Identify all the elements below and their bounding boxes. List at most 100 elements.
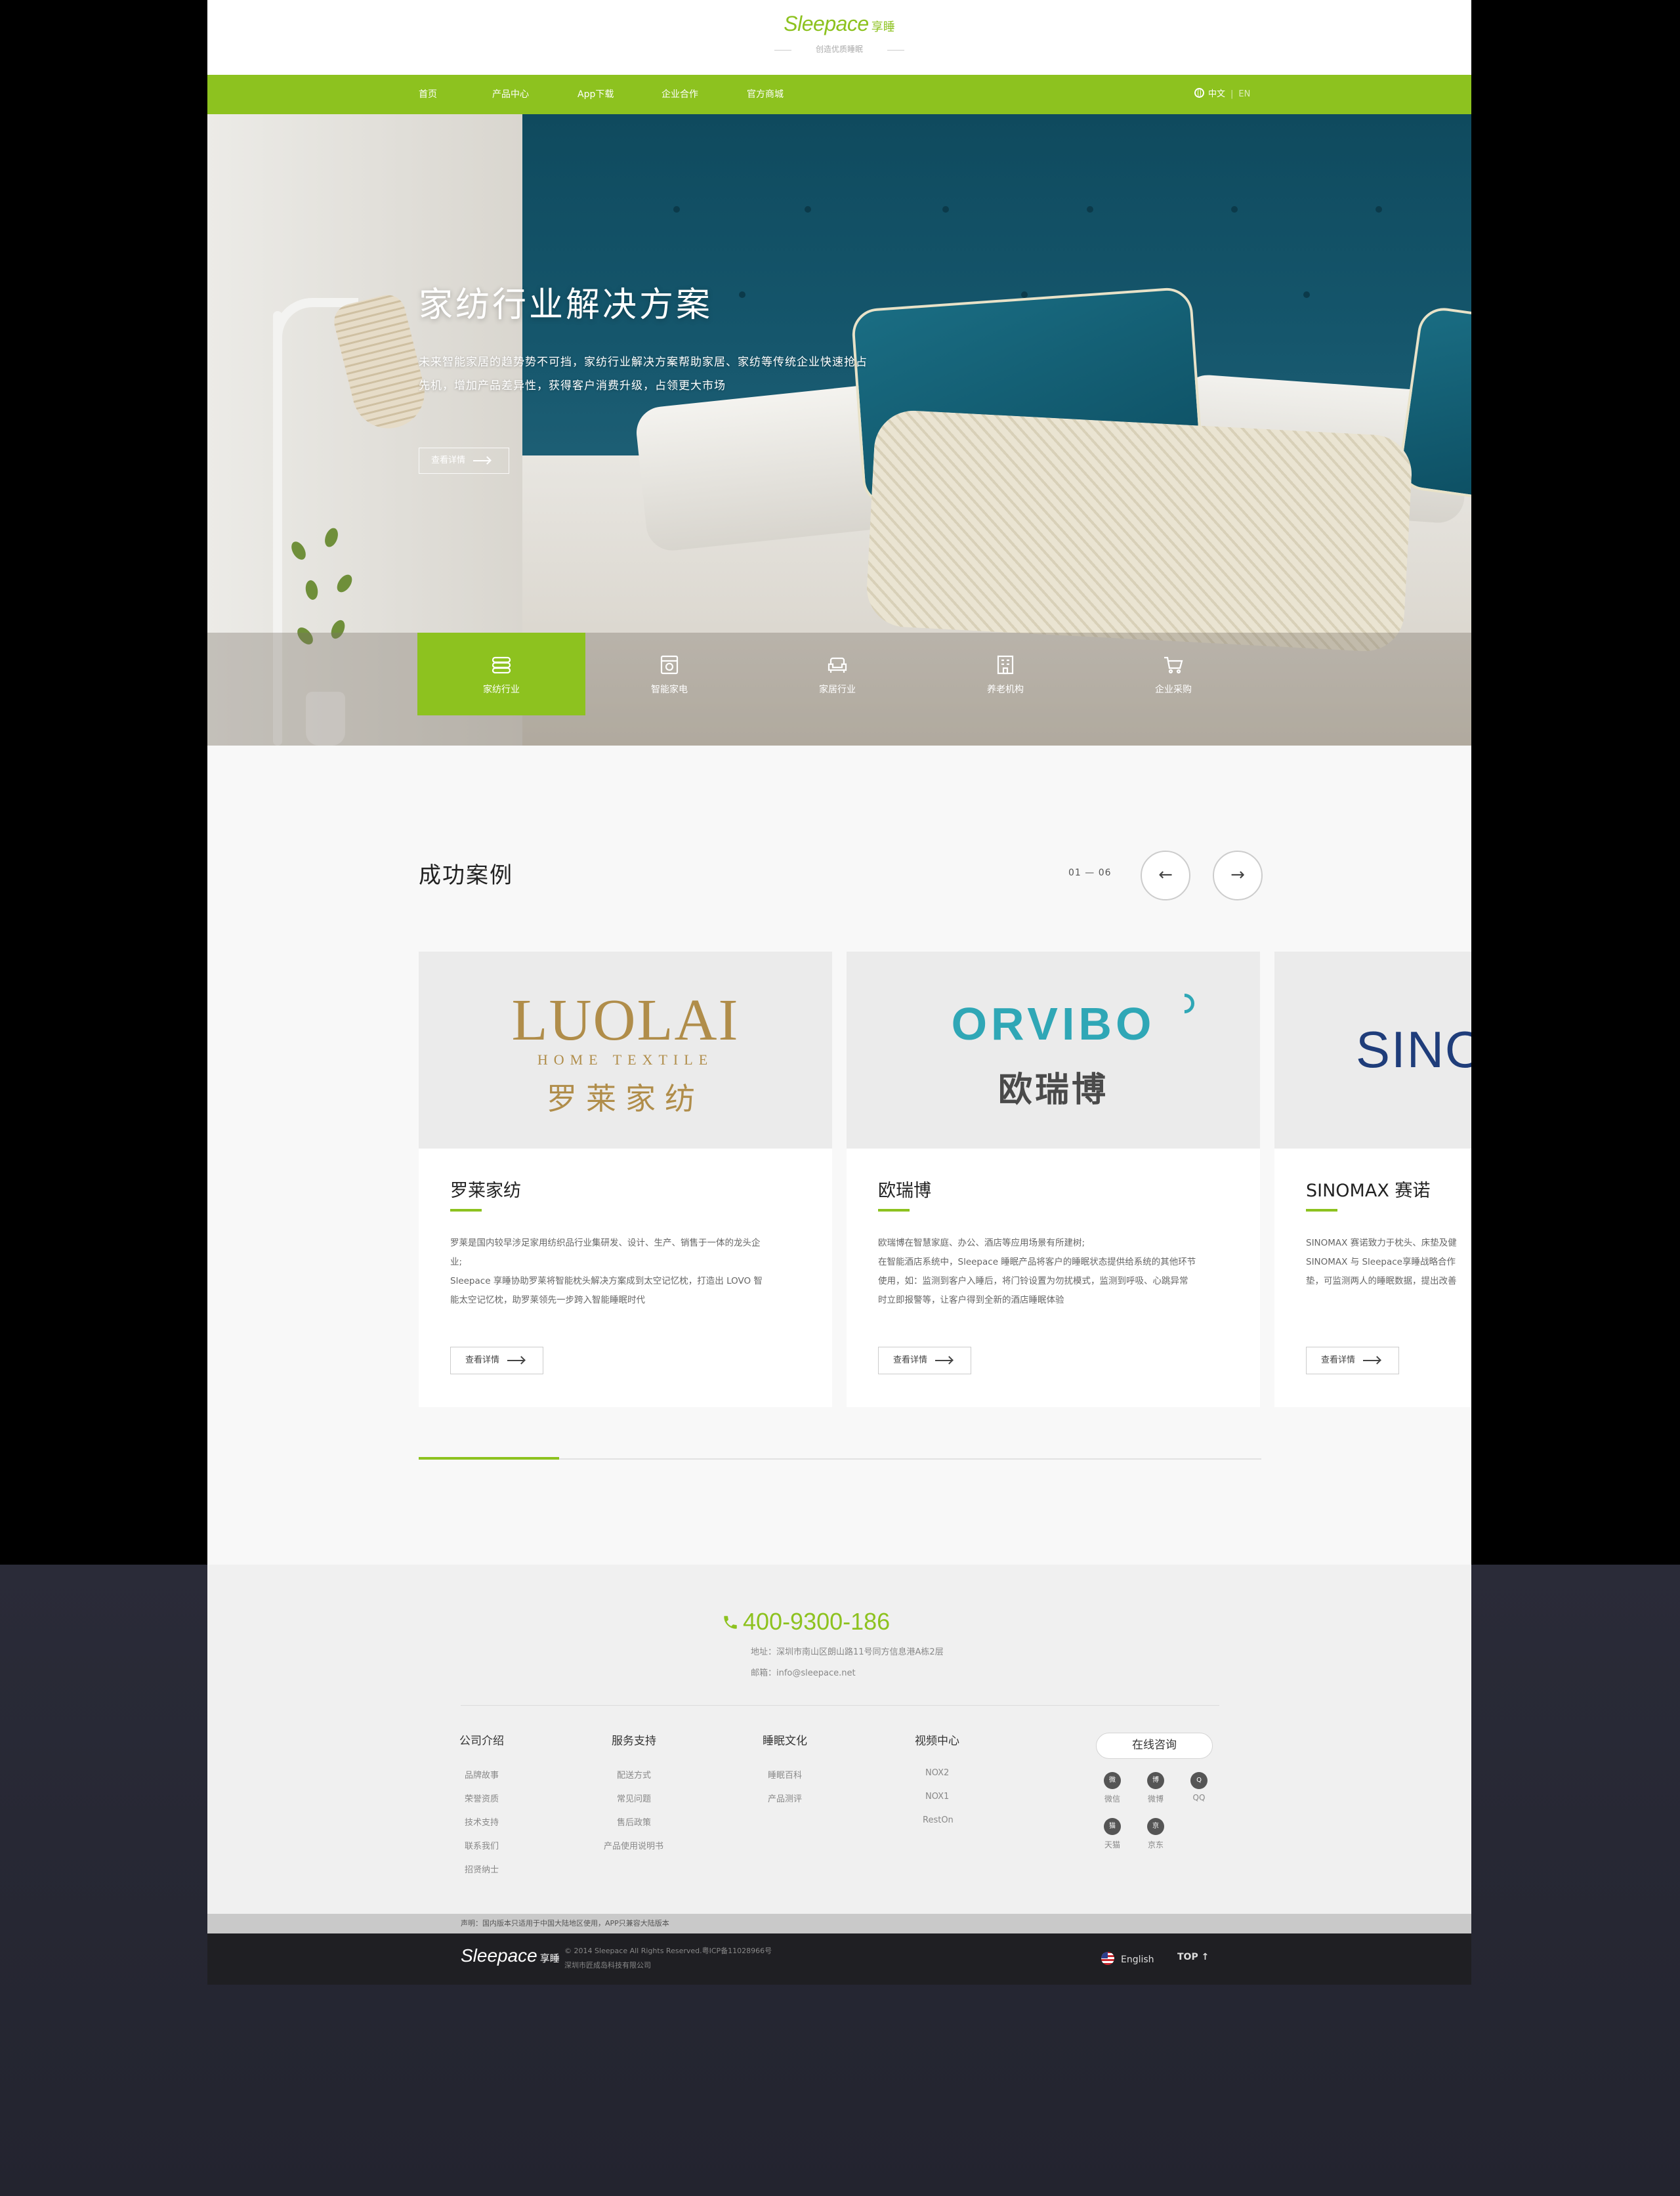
lang-cn[interactable]: 中文 [1208, 89, 1225, 99]
tuft [1376, 206, 1382, 213]
footer-link[interactable]: 联系我们 [465, 1839, 499, 1851]
bottom-logo[interactable]: Sleepace 享睡 [461, 1945, 560, 1966]
case-details-button[interactable]: 查看详情 [450, 1347, 543, 1374]
nav-item-store[interactable]: 官方商城 [747, 75, 784, 114]
arrow-right-icon [935, 1359, 953, 1361]
desc-line: 时立即报警等，让客户得到全新的酒店睡眠体验 [878, 1295, 1064, 1305]
weibo-icon: 博 [1147, 1772, 1164, 1789]
desc-line: Sleepace 享睡协助罗莱将智能枕头解决方案成到太空记忆枕，打造出 LOVO… [450, 1276, 763, 1286]
case-details-label: 查看详情 [465, 1355, 500, 1365]
tuft [1231, 206, 1238, 213]
layers-icon [490, 654, 513, 676]
sinomax-logo-text: SINO [1356, 1021, 1471, 1078]
lang-en[interactable]: EN [1238, 89, 1250, 99]
lang-separator: | [1230, 89, 1234, 99]
social-qq[interactable]: Q QQ [1176, 1772, 1222, 1802]
social-label: 京东 [1147, 1840, 1164, 1849]
leaf [304, 579, 320, 601]
back-to-top-button[interactable]: TOP ↑ [1177, 1952, 1209, 1962]
social-label: 微信 [1104, 1794, 1120, 1804]
hero-title: 家纺行业解决方案 [419, 285, 713, 325]
footer-link[interactable]: 售后政策 [617, 1815, 651, 1828]
case-underline [1306, 1209, 1337, 1212]
social-label: 微博 [1147, 1794, 1164, 1804]
footer-link[interactable]: 技术支持 [465, 1815, 499, 1828]
arrow-right-icon: → [1230, 865, 1245, 885]
arrow-right-icon [473, 459, 491, 461]
phone-number[interactable]: 400-9300-186 [743, 1608, 890, 1635]
footer-link[interactable]: 招贤纳士 [465, 1863, 499, 1875]
case-details-button[interactable]: 查看详情 [878, 1347, 971, 1374]
arrow-right-icon [507, 1359, 525, 1361]
social-tmall[interactable]: 猫天猫 [1089, 1818, 1135, 1850]
social-wechat[interactable]: 微微信 [1089, 1772, 1135, 1804]
case-card-luolai[interactable]: LUOLAI HOME TEXTILE 罗莱家纺 罗莱家纺 罗莱是国内较早涉足家… [419, 952, 832, 1407]
case-name: 欧瑞博 [878, 1181, 931, 1201]
footer-address: 地址：深圳市南山区朗山路11号同方信息港A栋2层 [751, 1647, 944, 1657]
case-card-sinomax[interactable]: SINO SINOMAX 赛诺 SINOMAX 赛诺致力于枕头、床垫及健 SIN… [1274, 952, 1471, 1407]
case-details-label: 查看详情 [893, 1355, 928, 1365]
tab-label: 家纺行业 [483, 685, 520, 695]
desc-line: 罗莱是国内较早涉足家用纺织品行业集研发、设计、生产、销售于一体的龙头企 [450, 1238, 761, 1248]
tagline: 创造优质睡眠 [772, 43, 907, 56]
desc-line: 能太空记忆枕，助罗莱领先一步跨入智能睡眠时代 [450, 1295, 645, 1305]
copyright-line: © 2014 Sleepace All Rights Reserved.粤ICP… [564, 1947, 772, 1955]
tab-home-textile[interactable]: 家纺行业 [417, 633, 585, 715]
desc-line: 欧瑞博在智慧家庭、办公、酒店等应用场景有所建树; [878, 1238, 1085, 1248]
social-jd[interactable]: 京京东 [1133, 1818, 1179, 1850]
language-selector[interactable]: English [1101, 1952, 1154, 1965]
jd-icon: 京 [1147, 1818, 1164, 1835]
luolai-logo-text: LUOLAI [511, 988, 740, 1053]
bottom-brand: Sleepace [461, 1945, 537, 1966]
footer-link[interactable]: 配送方式 [617, 1768, 651, 1781]
hero-desc-line: 先机，增加产品差异性，获得客户消费升级，占领更大市场 [419, 379, 726, 392]
social-weibo[interactable]: 博微博 [1133, 1772, 1179, 1804]
footer-link[interactable]: 睡眠百科 [768, 1768, 802, 1781]
nav-item-products[interactable]: 产品中心 [492, 75, 529, 114]
nav-item-home[interactable]: 首页 [419, 75, 437, 114]
footer-col-title: 睡眠文化 [763, 1735, 807, 1748]
tuft [805, 206, 811, 213]
prev-button[interactable]: ← [1141, 851, 1190, 900]
social-label: QQ [1192, 1793, 1206, 1802]
logo-brand-cn: 享睡 [871, 20, 895, 34]
logo[interactable]: Sleepace 享睡 [784, 12, 895, 36]
footer-link[interactable]: 常见问题 [617, 1792, 651, 1804]
case-description: SINOMAX 赛诺致力于枕头、床垫及健 SINOMAX 与 Sleepace享… [1306, 1234, 1471, 1291]
footer-col-title: 服务支持 [612, 1735, 656, 1748]
arrow-right-icon [1363, 1359, 1381, 1361]
nav-item-business[interactable]: 企业合作 [662, 75, 698, 114]
tab-elderly-care[interactable]: 养老机构 [921, 633, 1089, 715]
footer-email[interactable]: 邮箱：info@sleepace.net [751, 1666, 856, 1678]
case-card-orvibo[interactable]: ORVIBO 欧瑞博 欧瑞博 欧瑞博在智慧家庭、办公、酒店等应用场景有所建树; … [847, 952, 1260, 1407]
cart-icon [1162, 654, 1185, 676]
footer-link[interactable]: 产品测评 [768, 1792, 802, 1804]
tab-smart-appliance[interactable]: 智能家电 [585, 633, 753, 715]
tab-label: 家居行业 [819, 685, 856, 695]
tab-enterprise-purchase[interactable]: 企业采购 [1089, 633, 1257, 715]
case-details-button[interactable]: 查看详情 [1306, 1347, 1399, 1374]
case-underline [450, 1209, 482, 1212]
footer-link[interactable]: NOX1 [925, 1792, 949, 1802]
footer-link[interactable]: 产品使用说明书 [604, 1839, 663, 1851]
case-logo: SINO [1274, 952, 1471, 1149]
nav-item-app[interactable]: App下载 [578, 75, 614, 114]
footer-phone: 400-9300-186 [722, 1608, 890, 1637]
footer-link[interactable]: RestOn [923, 1815, 954, 1825]
knit-pillow [864, 408, 1414, 654]
tab-label: 企业采购 [1155, 685, 1192, 695]
tuft [739, 291, 746, 298]
footer-col-title: 公司介绍 [459, 1735, 504, 1748]
tab-furniture[interactable]: 家居行业 [753, 633, 921, 715]
footer-link[interactable]: 荣誉资质 [465, 1792, 499, 1804]
footer-link[interactable]: 品牌故事 [465, 1768, 499, 1781]
desc-line: SINOMAX 赛诺致力于枕头、床垫及健 [1306, 1238, 1457, 1248]
next-button[interactable]: → [1213, 851, 1263, 900]
success-cases-section: 成功案例 01 — 06 ← → LUOLAI HOME TEXTILE 罗莱家… [207, 746, 1471, 1565]
footer-link[interactable]: NOX2 [925, 1768, 949, 1778]
online-consult-button[interactable]: 在线咨询 [1096, 1733, 1213, 1759]
orvibo-logo-cn: 欧瑞博 [998, 1070, 1108, 1110]
hero-details-button[interactable]: 查看详情 [419, 448, 509, 474]
language-switch: 中文 | EN [1194, 75, 1250, 114]
footer-divider [461, 1705, 1219, 1706]
